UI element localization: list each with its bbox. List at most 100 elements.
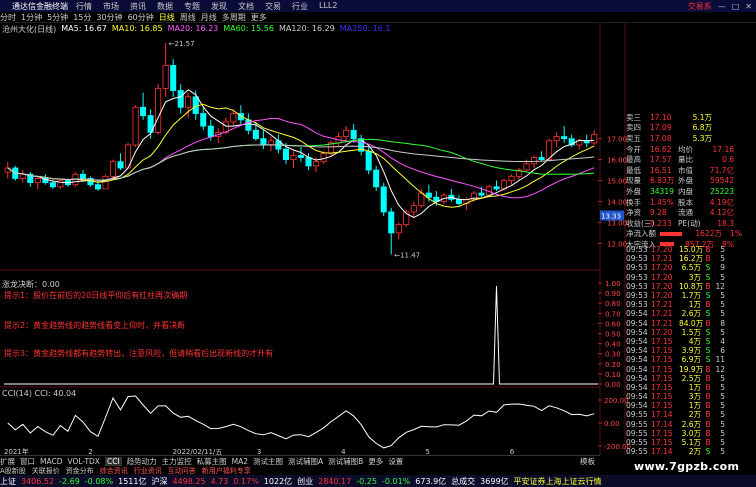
tick-side: B [705, 438, 711, 448]
indicator-tab[interactable]: 测试辅图A [288, 456, 323, 467]
ask-label: 卖五 [626, 133, 641, 143]
indicator-tab[interactable]: CCI [104, 456, 122, 466]
cci-axis-label: 200.00 [604, 397, 629, 405]
status-item: 0.17% [233, 476, 259, 486]
candle [109, 161, 117, 177]
ask-label: 卖四 [626, 123, 641, 133]
candle [245, 119, 252, 131]
quote-value: 4.19亿 [709, 197, 734, 207]
flow-bar [660, 231, 682, 236]
tick-side: S [705, 327, 711, 337]
candle [388, 211, 395, 234]
indicator-tab[interactable]: 更多 [368, 456, 383, 467]
bottom-link[interactable]: 关联报价 [32, 466, 60, 476]
price-axis-label: 16.00 [607, 157, 627, 165]
tick-price: 17.15 [651, 373, 673, 383]
candle [297, 155, 305, 158]
bottom-link[interactable]: 资金分布 [66, 466, 94, 476]
status-item: 总成交 [451, 476, 476, 486]
tick-side: B [705, 281, 711, 291]
candle [49, 182, 56, 188]
tick-side: S [705, 272, 711, 282]
tick-row: 09:55 17.14 2万 S 5 [626, 447, 744, 456]
candle [19, 173, 26, 179]
candle [162, 65, 169, 89]
status-item: 4.73 [210, 476, 229, 486]
tick-count: 12 [715, 364, 725, 374]
tick-time: 09:54 [626, 327, 648, 337]
quote-label: 市值 [678, 165, 693, 175]
status-item: -0.08% [84, 476, 114, 486]
bottom-link[interactable]: 行业资讯 [134, 466, 162, 476]
quote-row: 净资 9.28 流通 4.12亿 [626, 207, 756, 218]
status-item: 3406.52 [21, 476, 55, 486]
tick-time: 09:54 [626, 382, 648, 392]
tick-price: 17.20 [651, 291, 673, 301]
candle [177, 90, 184, 108]
quote-value: 0.6 [722, 155, 734, 165]
tick-side: S [705, 346, 711, 356]
tick-time: 09:53 [626, 272, 648, 282]
indicator-tab[interactable]: 测试主图 [253, 456, 283, 467]
tick-time: 09:55 [626, 419, 648, 429]
ind1-axis-label: 0.10 [605, 371, 621, 379]
quote-value: 59542 [710, 176, 734, 186]
price-axis-label: 12.00 [607, 240, 627, 248]
tick-time: 09:54 [626, 336, 648, 346]
tick-time: 09:53 [626, 254, 648, 264]
tick-list: 09:53 17.20 15.0万 B 5 09:53 17.21 16.2万 B 5 09:53 1… [626, 245, 744, 456]
ind1-axis-label: 0.20 [605, 361, 621, 369]
tick-price: 17.21 [651, 309, 673, 319]
tick-price: 17.15 [651, 382, 673, 392]
indicator-tab[interactable]: MA2 [232, 457, 248, 466]
indicator-tabs: 扩展 窗口 MACD VOL-TDX CCI 趋势动力 主力监控 私募主图 MA2 测试主图 测试辅… [0, 455, 600, 466]
current-price-label: 13.33 [601, 213, 621, 221]
ask-volume: 5.1万 [692, 112, 712, 122]
quote-label: 最低 [626, 165, 641, 175]
ind1-axis-label: 0.60 [605, 320, 621, 328]
candle [320, 152, 327, 163]
cci-header: CCI(14) CCI: 40.04 [2, 389, 77, 398]
tick-volume: 2万 [688, 447, 701, 457]
tick-side: B [705, 401, 711, 411]
tick-time: 09:55 [626, 428, 648, 438]
tick-price: 17.21 [651, 318, 673, 328]
candle [290, 155, 297, 161]
template-button[interactable]: 模板 [580, 456, 595, 467]
ind1-axis-label: 1.00 [605, 280, 621, 288]
tick-count: 5 [720, 428, 725, 438]
candle [478, 192, 485, 196]
tick-side: B [705, 392, 711, 402]
tick-count: 5 [720, 272, 725, 282]
price-axis-label: 13.00 [607, 219, 627, 227]
candle [380, 186, 387, 213]
bottom-links: A股新股 关联报价 资金分布 综合资讯 行业资讯 互动问答 新用户福利专享 [0, 466, 600, 475]
indicator-tab[interactable]: 设置 [388, 456, 403, 467]
tick-price: 17.15 [651, 364, 673, 374]
bottom-link[interactable]: 新用户福利专享 [202, 466, 251, 476]
indicator-tab[interactable]: 测试辅图B [328, 456, 363, 467]
candle [132, 106, 139, 146]
price-axis-label: 17.00 [607, 136, 627, 144]
tick-price: 17.15 [651, 336, 673, 346]
bottom-link[interactable]: 互动问答 [168, 466, 196, 476]
status-item: 1511亿 [118, 476, 147, 486]
candle [350, 129, 357, 140]
indicator-tab[interactable]: VOL-TDX [67, 457, 99, 466]
tick-count: 5 [720, 447, 725, 457]
ind1-axis-label: 0.90 [605, 290, 621, 298]
tick-side: B [705, 254, 711, 264]
indicator-tab[interactable]: MACD [40, 457, 62, 466]
tick-side: B [705, 318, 711, 328]
quote-label: 今开 [626, 144, 641, 154]
bottom-link[interactable]: A股新股 [0, 466, 26, 476]
price-axis-label: 14.00 [607, 198, 627, 206]
candle [260, 138, 267, 146]
tick-price: 17.15 [651, 438, 673, 448]
bottom-link[interactable]: 综合资讯 [100, 466, 128, 476]
tick-count: 5 [720, 245, 725, 255]
tick-count: 5 [720, 392, 725, 402]
tick-side: B [705, 428, 711, 438]
tick-price: 17.14 [651, 410, 673, 420]
tick-side: B [705, 245, 711, 255]
